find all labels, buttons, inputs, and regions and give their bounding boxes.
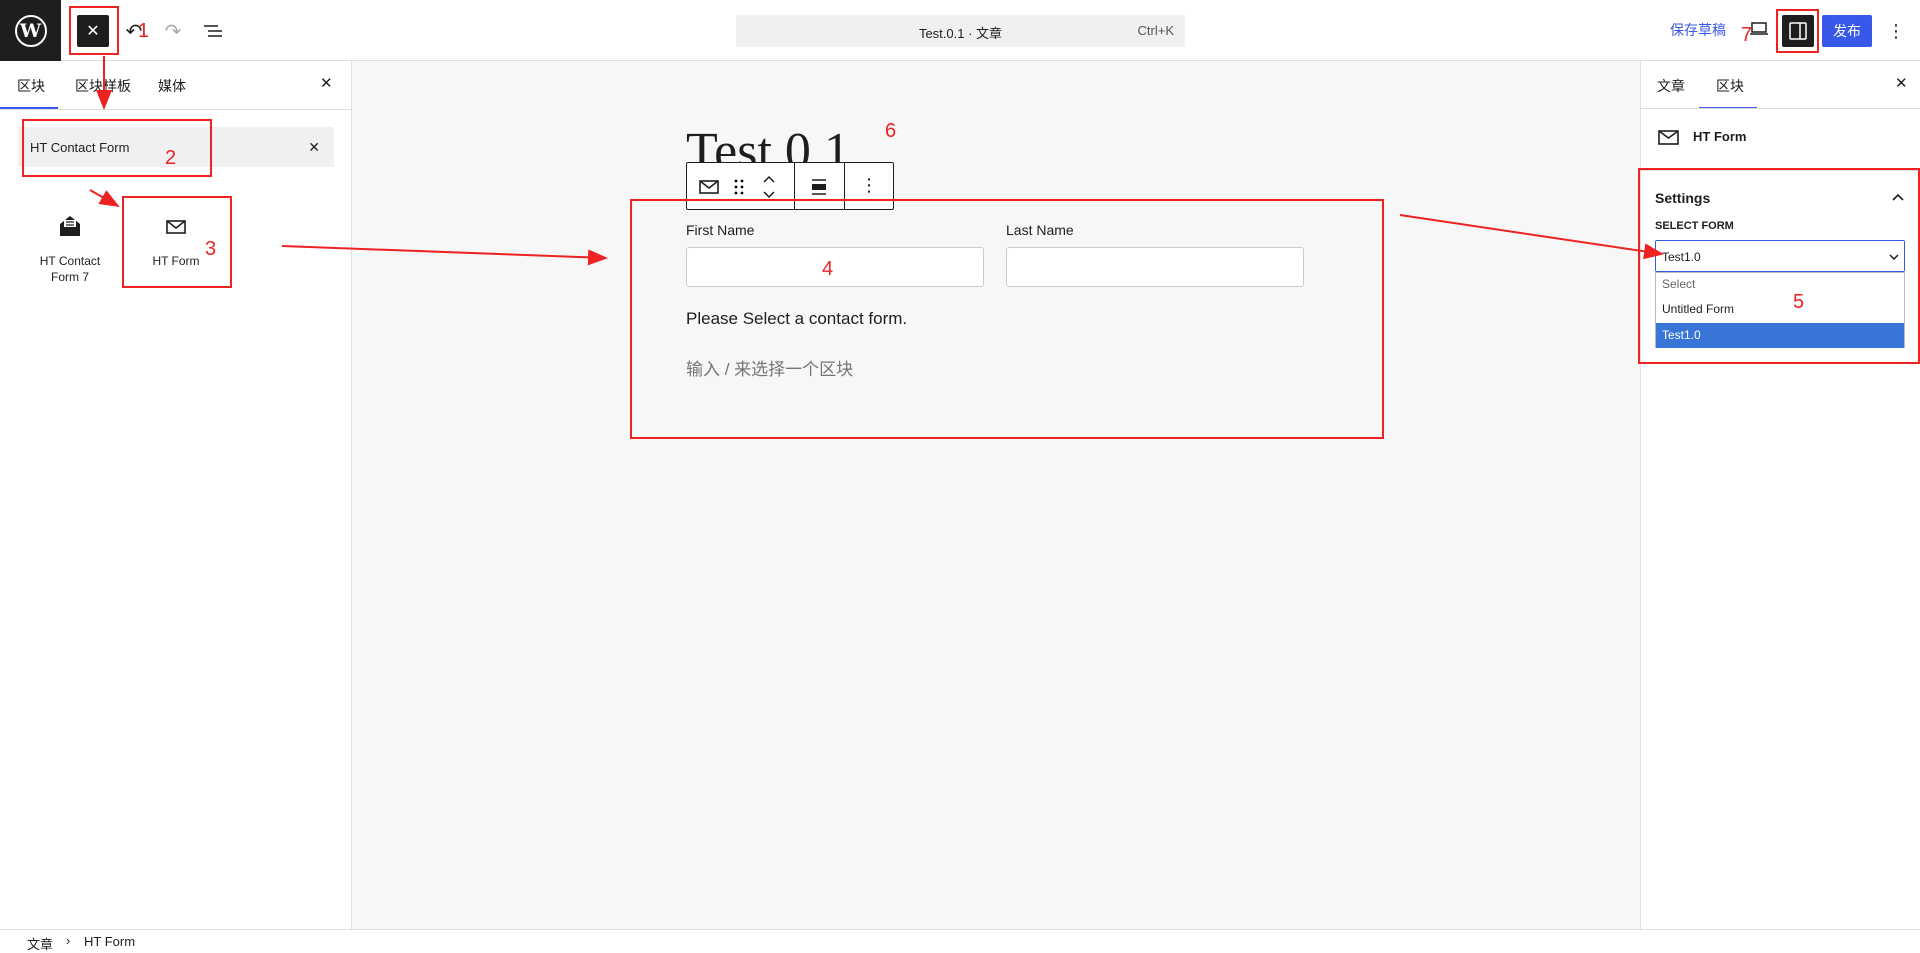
annotation-arrows xyxy=(89,56,1664,266)
